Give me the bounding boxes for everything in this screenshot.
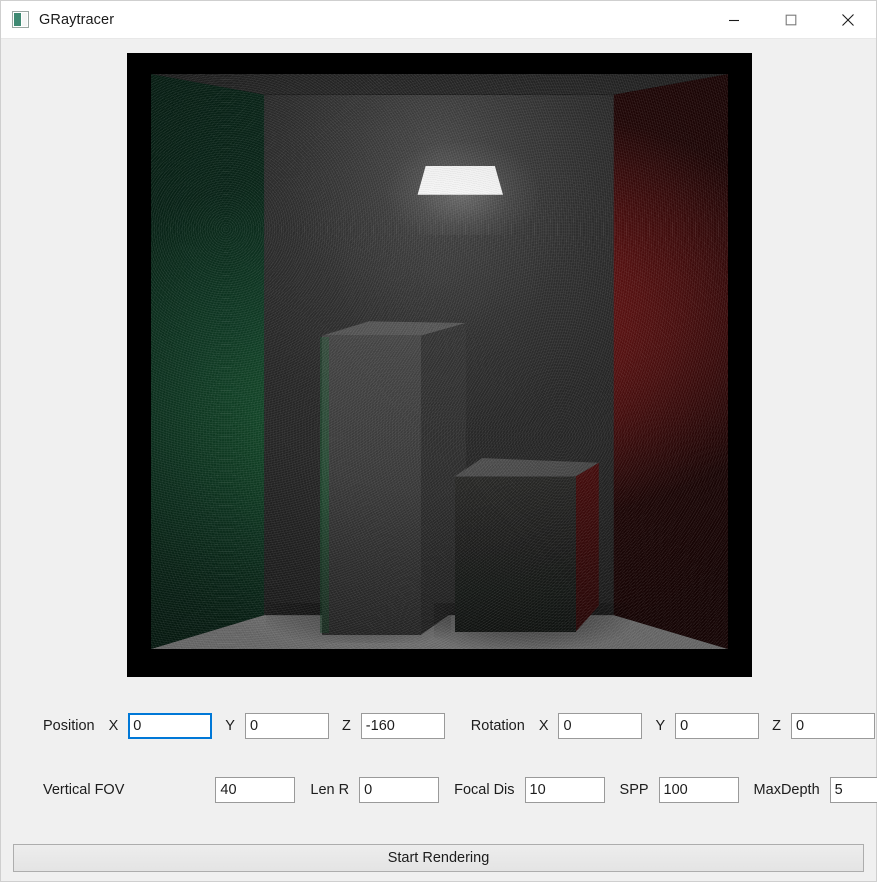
len-r-label: Len R [310,783,349,798]
tall-box-front [322,336,421,635]
start-rendering-button[interactable]: Start Rendering [13,844,864,872]
client-area: Position X Y Z Rotation X Y Z Vertical F… [1,39,876,881]
cornell-box-geometry [151,74,728,649]
rotation-x-label: X [539,719,549,734]
focal-dis-label: Focal Dis [454,783,514,798]
rotation-label: Rotation [471,719,525,734]
max-depth-input[interactable] [830,777,877,803]
window-controls [705,1,876,38]
position-rotation-row: Position X Y Z Rotation X Y Z [1,713,876,739]
minimize-icon [728,14,740,26]
rotation-y-input[interactable] [675,713,759,739]
minimize-button[interactable] [705,1,762,39]
title-bar-left: GRaytracer [1,1,114,38]
rotation-z-label: Z [772,719,781,734]
max-depth-label: MaxDepth [754,783,820,798]
close-icon [841,13,855,27]
len-r-input[interactable] [359,777,439,803]
spp-label: SPP [620,783,649,798]
spp-input[interactable] [659,777,739,803]
app-window: GRaytracer [0,0,877,882]
position-label: Position [43,719,95,734]
picture-icon [12,11,29,28]
position-y-input[interactable] [245,713,329,739]
render-scene [151,74,728,649]
focal-dis-input[interactable] [525,777,605,803]
optics-row: Vertical FOV Len R Focal Dis SPP MaxDept… [1,777,876,803]
position-y-label: Y [225,719,235,734]
rotation-y-label: Y [655,719,665,734]
maximize-icon [785,14,797,26]
position-z-label: Z [342,719,351,734]
vertical-fov-label: Vertical FOV [43,783,124,798]
vertical-fov-input[interactable] [215,777,295,803]
rotation-z-input[interactable] [791,713,875,739]
tall-box-green-bounce [320,337,329,633]
title-bar: GRaytracer [1,1,876,39]
maximize-button[interactable] [762,1,819,39]
position-x-input[interactable] [128,713,212,739]
rotation-x-input[interactable] [558,713,642,739]
raytraced-cornell-box-preview[interactable] [127,53,752,677]
close-button[interactable] [819,1,876,39]
position-x-label: X [109,719,119,734]
position-z-input[interactable] [361,713,445,739]
window-title: GRaytracer [39,12,114,28]
short-box-front [455,477,576,632]
